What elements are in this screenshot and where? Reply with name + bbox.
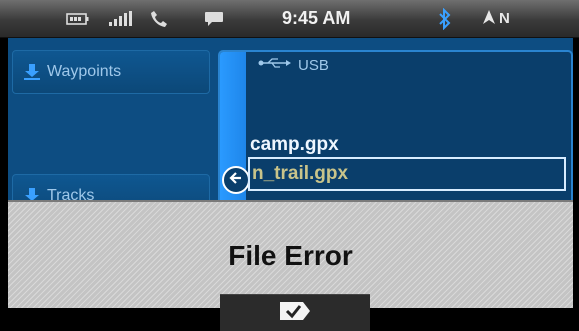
message-icon bbox=[204, 0, 224, 37]
compass-indicator: N bbox=[482, 0, 510, 37]
download-arrow-icon bbox=[23, 63, 41, 81]
battery-icon bbox=[66, 0, 90, 37]
bluetooth-icon bbox=[438, 0, 452, 37]
confirm-button[interactable] bbox=[220, 294, 370, 331]
back-button[interactable] bbox=[222, 166, 250, 194]
file-list-panel: USB camp.gpx n_trail.gpx bbox=[218, 50, 573, 214]
signal-icon bbox=[108, 0, 134, 37]
screen: 9:45 AM N Waypoints Tracks USB camp.gpx … bbox=[0, 0, 579, 331]
status-time: 9:45 AM bbox=[282, 8, 351, 28]
dialog-title: File Error bbox=[228, 240, 353, 271]
category-waypoints[interactable]: Waypoints bbox=[12, 50, 210, 94]
checkmark-icon bbox=[278, 300, 312, 327]
back-arrow-icon bbox=[228, 170, 244, 191]
source-label: USB bbox=[298, 56, 329, 74]
source-header: USB bbox=[258, 56, 329, 74]
status-bar: 9:45 AM N bbox=[0, 0, 579, 38]
file-browser: Waypoints Tracks USB camp.gpx n_trail.gp… bbox=[8, 38, 573, 218]
compass-heading: N bbox=[499, 10, 510, 27]
file-item[interactable]: camp.gpx bbox=[250, 134, 339, 156]
category-label: Waypoints bbox=[47, 63, 122, 80]
compass-arrow-icon bbox=[482, 9, 496, 28]
file-item-selected[interactable]: n_trail.gpx bbox=[248, 157, 566, 191]
phone-icon bbox=[150, 0, 168, 37]
usb-icon bbox=[258, 56, 292, 74]
category-list: Waypoints Tracks bbox=[8, 38, 214, 218]
